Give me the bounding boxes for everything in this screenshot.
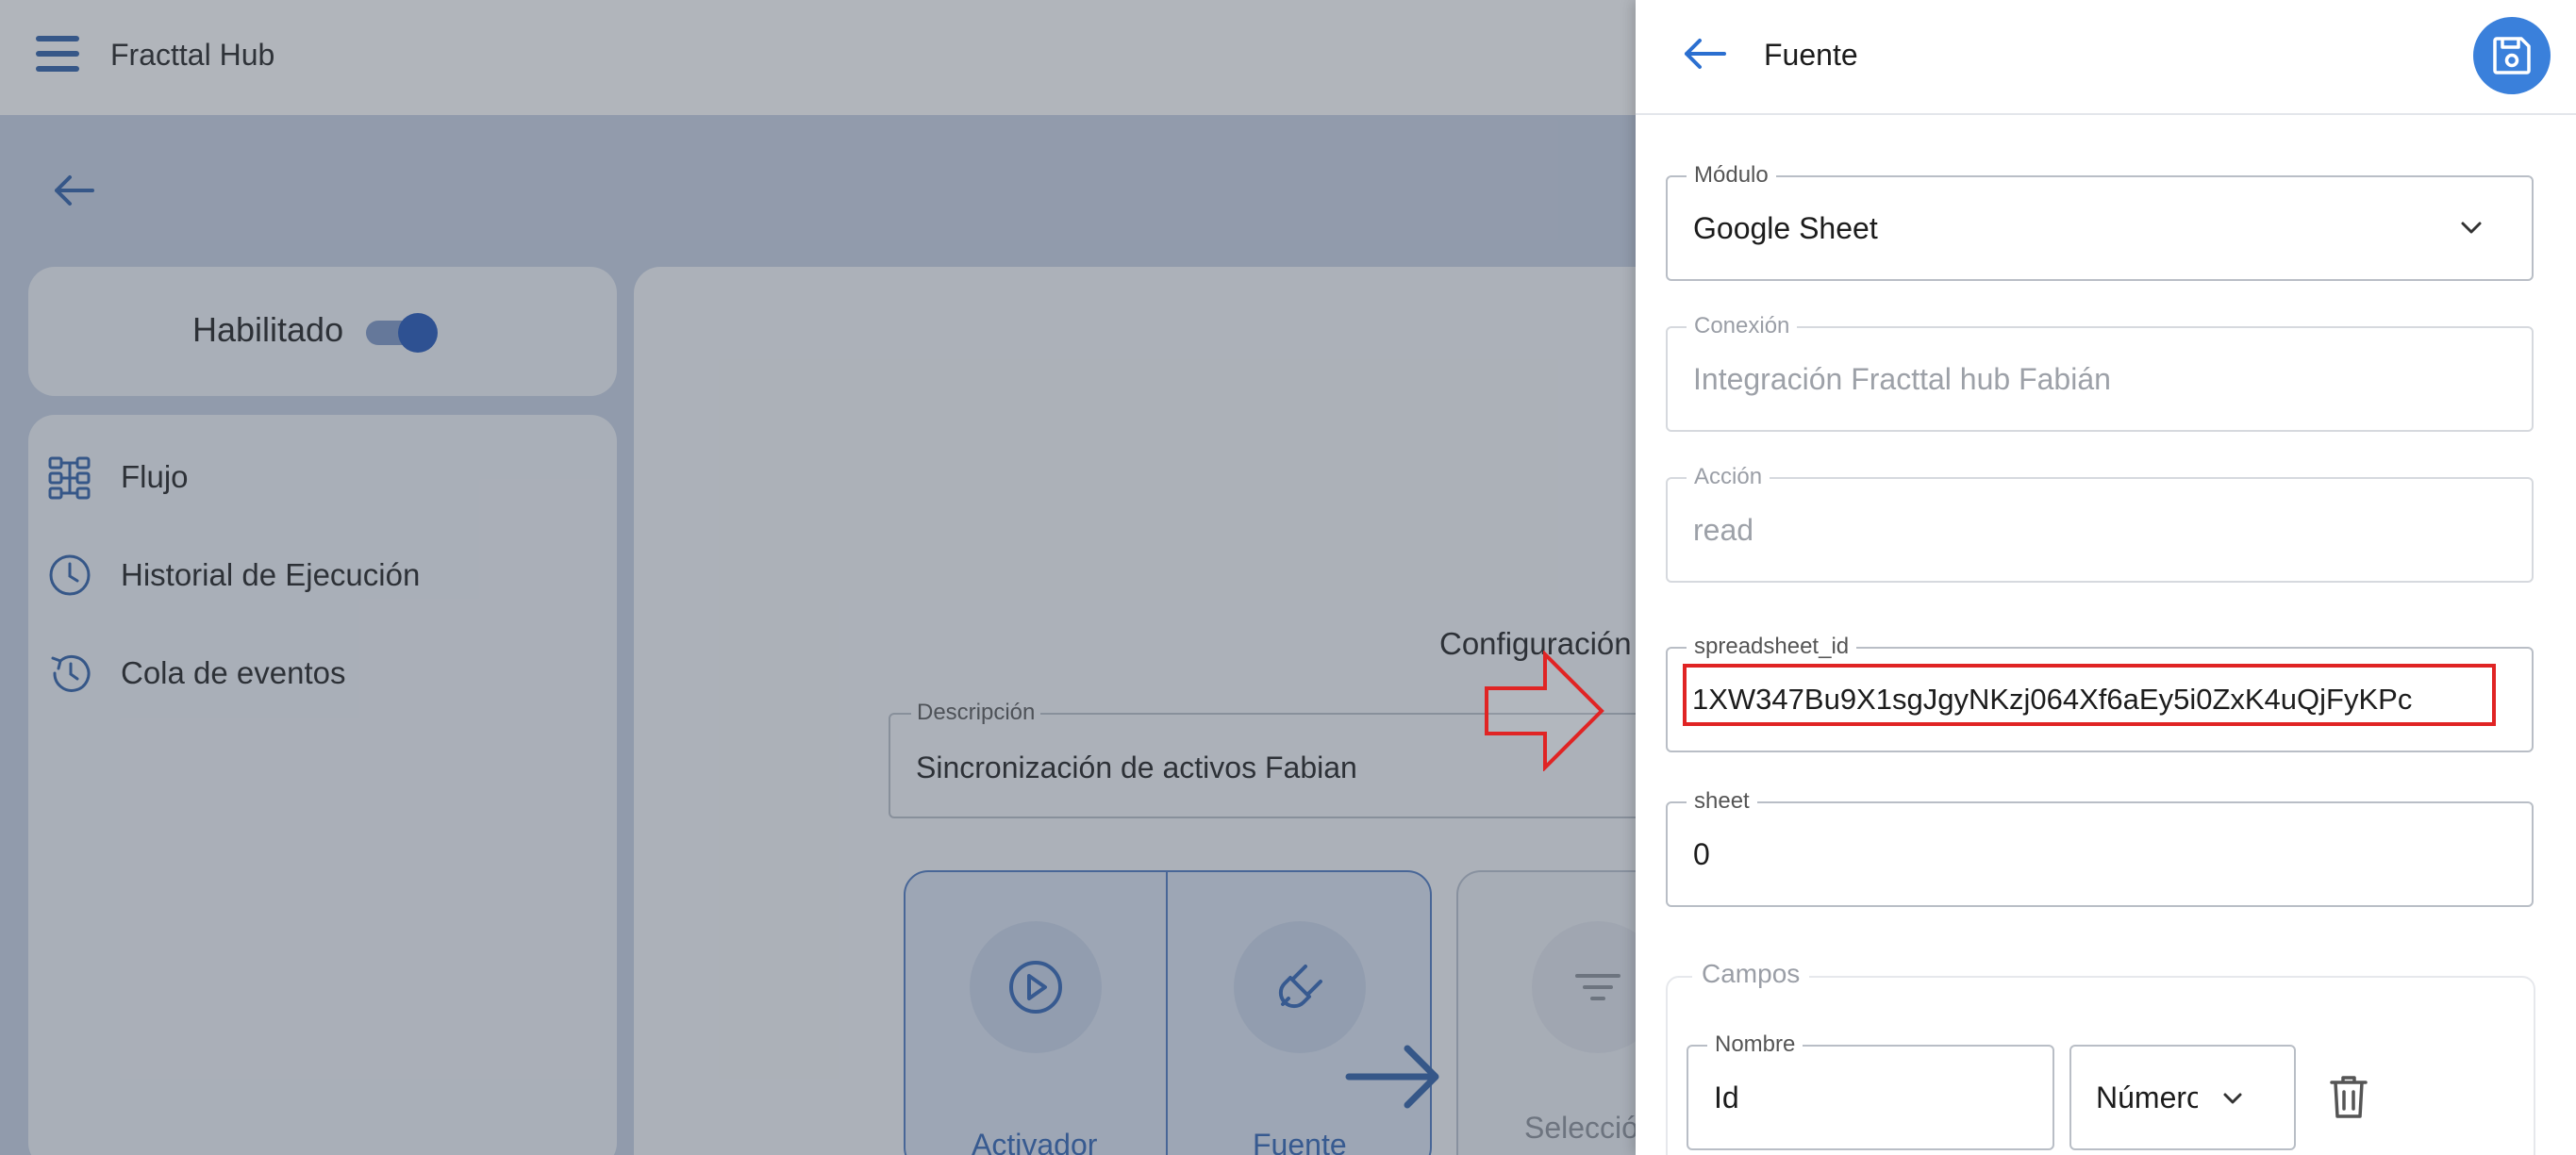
sheet-value: 0 xyxy=(1693,837,1710,871)
trash-icon[interactable] xyxy=(2328,1073,2369,1120)
campos-label: Campos xyxy=(1692,959,1810,989)
action-field: Acción read xyxy=(1666,464,2534,583)
field-name-input[interactable]: Nombre Id xyxy=(1687,1031,2054,1150)
pointer-arrow-icon xyxy=(1485,651,1604,771)
chevron-down-icon xyxy=(2223,1093,2242,1104)
chevron-down-icon xyxy=(2461,222,2482,234)
sheet-field[interactable]: sheet 0 xyxy=(1666,788,2534,907)
back-arrow-icon[interactable] xyxy=(1681,35,1728,73)
action-label: Acción xyxy=(1687,464,1770,490)
action-value: read xyxy=(1693,513,1754,547)
module-label: Módulo xyxy=(1687,162,1776,189)
field-name-value: Id xyxy=(1714,1081,1739,1114)
spreadsheet-id-label: spreadsheet_id xyxy=(1687,634,1857,660)
spreadsheet-id-highlight xyxy=(1683,664,2496,726)
connection-field: Conexión Integración Fracttal hub Fabián xyxy=(1666,313,2534,432)
sheet-label: sheet xyxy=(1687,788,1757,815)
panel-header: Fuente xyxy=(1636,0,2576,115)
save-button[interactable] xyxy=(2473,17,2551,94)
module-select[interactable]: Módulo Google Sheet xyxy=(1666,162,2534,281)
connection-value: Integración Fracttal hub Fabián xyxy=(1693,362,2111,396)
connection-label: Conexión xyxy=(1687,313,1798,339)
save-icon xyxy=(2493,37,2531,74)
modal-overlay[interactable] xyxy=(0,0,1636,1155)
field-name-label: Nombre xyxy=(1707,1031,1803,1058)
field-type-value: Número xyxy=(2096,1081,2198,1114)
field-type-select[interactable]: Número xyxy=(2069,1045,2296,1150)
panel-title: Fuente xyxy=(1764,38,1858,72)
module-value: Google Sheet xyxy=(1693,211,1878,245)
